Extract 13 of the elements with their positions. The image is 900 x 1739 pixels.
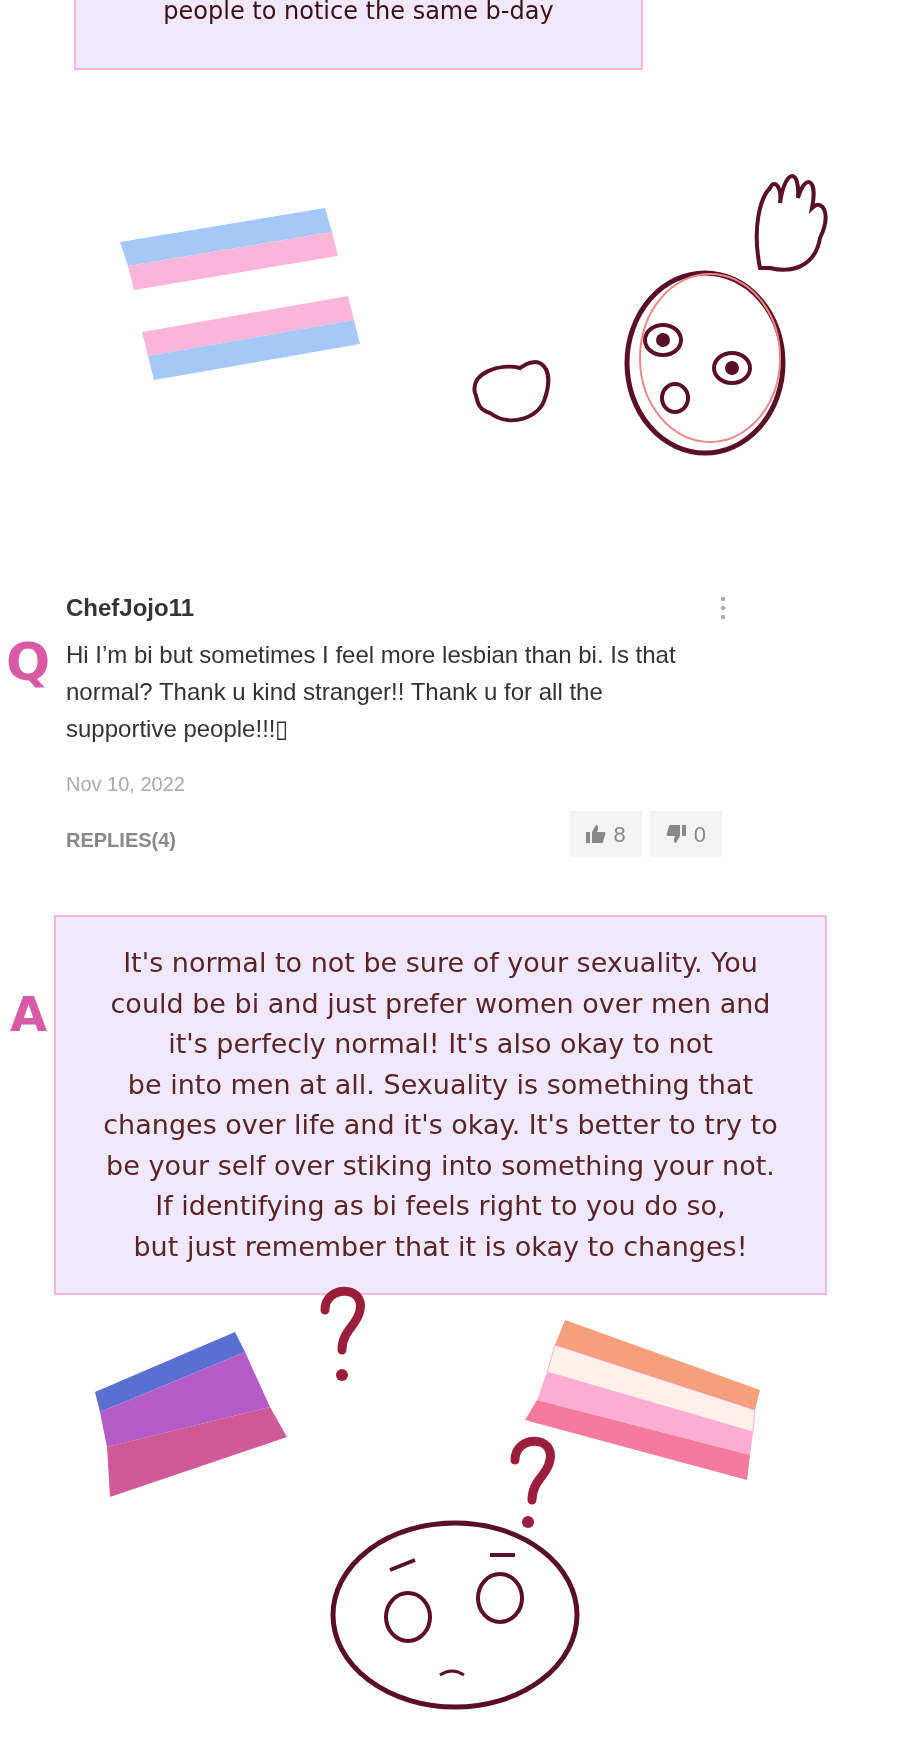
like-button[interactable]: 8 [569,811,642,857]
dislike-button[interactable]: 0 [649,811,722,857]
thumbs-down-icon [665,824,686,844]
more-options-icon[interactable] [720,596,726,620]
answer-marker: A [10,990,48,1038]
question-marker: Q [6,636,51,688]
replies-link[interactable]: REPLIES(4) [66,825,177,855]
comment-date: Nov 10, 2022 [66,772,186,797]
caption-text: people to notice the same b-day [163,0,554,24]
comment-text: Hi I’m bi but sometimes I feel more lesbian than bi. Is that normal? Thank u kind stranger!! Thank u for all the supportive people!!!▯ [66,640,677,744]
answer-text: It's normal to not be sure of your sexuality. You could be bi and just prefer women over men and it's perfecly normal! It's also okay to not be into men at all. Sexuality is something that changes over life and it's okay. It's better to try to be your self over stiking into something your not. If identifying as bi feels right to you do so, but just remember that it is okay to changes! [103,946,778,1264]
thumbs-up-icon [585,824,606,844]
username[interactable]: ChefJojo11 [66,590,195,626]
